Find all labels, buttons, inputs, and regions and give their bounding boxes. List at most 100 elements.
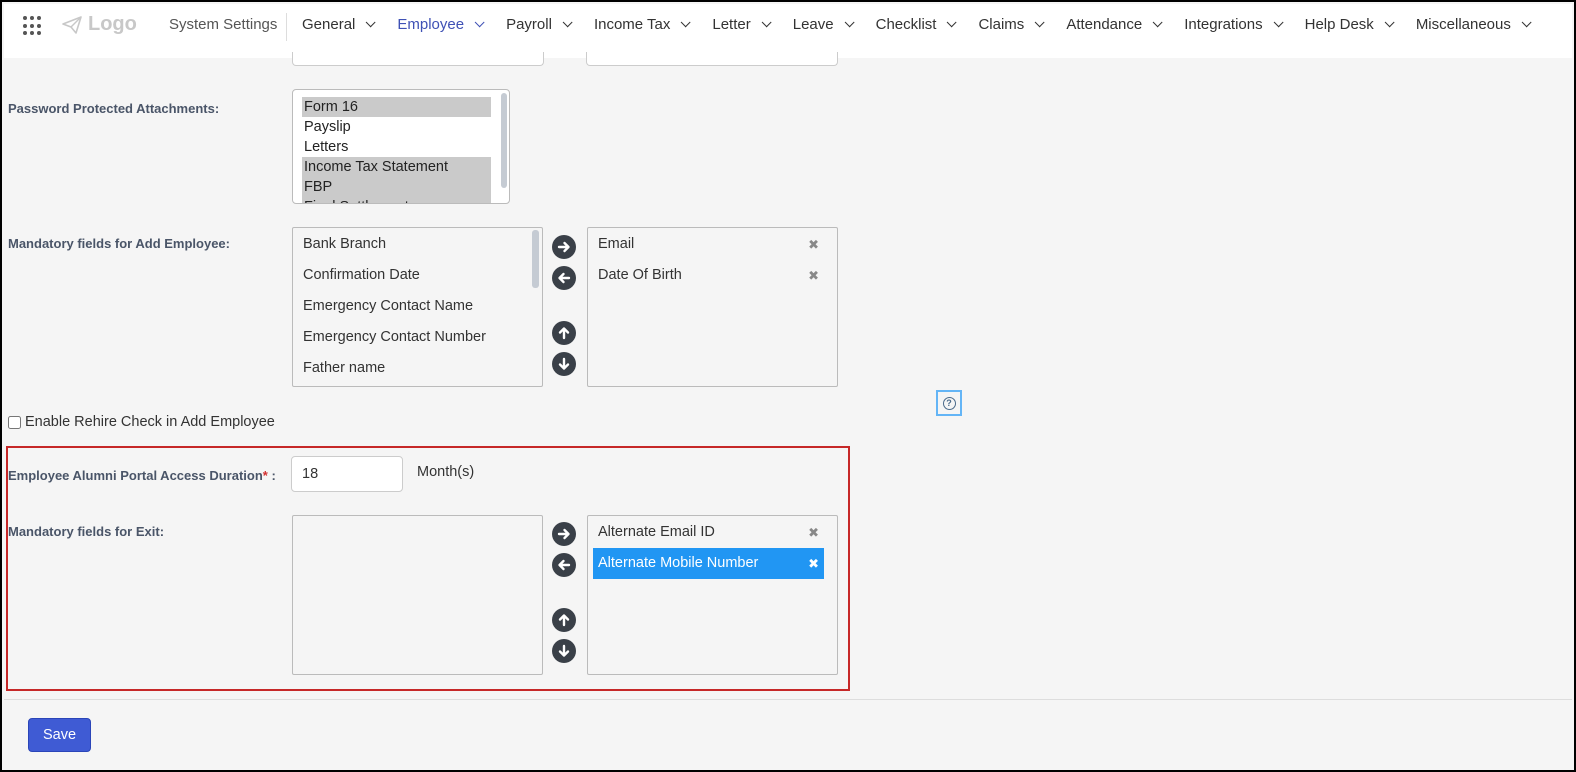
exit-move-left-button[interactable] bbox=[552, 553, 576, 577]
rehire-check-label: Enable Rehire Check in Add Employee bbox=[25, 414, 275, 430]
app-launcher-icon[interactable] bbox=[23, 16, 43, 36]
list-item[interactable]: Date Of Birth ✖ bbox=[588, 260, 837, 291]
select-option[interactable]: Letters bbox=[302, 137, 491, 157]
move-left-button[interactable] bbox=[552, 266, 576, 290]
nav-item-label: General bbox=[302, 16, 356, 33]
nav-item-label: Help Desk bbox=[1304, 16, 1374, 33]
main-nav: General Employee Payroll Income Tax Letter Le… bbox=[302, 16, 1553, 33]
list-item-label: Date Of Birth bbox=[598, 267, 682, 283]
arrow-left-icon bbox=[558, 559, 571, 571]
system-settings-title: System Settings bbox=[169, 16, 278, 33]
nav-item-label: Leave bbox=[792, 16, 834, 33]
chevron-down-icon bbox=[1521, 17, 1532, 28]
list-item[interactable]: Alternate Email ID ✖ bbox=[588, 517, 837, 548]
list-item-label: Alternate Email ID bbox=[598, 524, 715, 540]
app-frame: Logo System Settings General Employee Payr… bbox=[0, 0, 1576, 772]
add-employee-available-list[interactable]: Bank Branch Confirmation Date Emergency Co… bbox=[292, 227, 543, 387]
remove-icon[interactable]: ✖ bbox=[808, 260, 819, 291]
exit-available-list[interactable] bbox=[292, 515, 543, 675]
select-option[interactable]: FBP bbox=[302, 177, 491, 197]
list-item[interactable]: Alternate Mobile Number ✖ bbox=[593, 548, 824, 579]
nav-item-help-desk[interactable]: Help Desk bbox=[1304, 16, 1395, 33]
nav-item-income-tax[interactable]: Income Tax bbox=[593, 16, 691, 33]
alumni-duration-input[interactable] bbox=[291, 456, 403, 492]
alumni-access-label-text: Employee Alumni Portal Access Duration bbox=[8, 468, 263, 483]
password-attachments-label: Password Protected Attachments: bbox=[8, 101, 220, 116]
list-item[interactable]: Emergency Contact Number bbox=[293, 322, 542, 353]
mandatory-add-employee-label: Mandatory fields for Add Employee: bbox=[8, 236, 230, 251]
list-item[interactable]: Confirmation Date bbox=[293, 260, 542, 291]
arrow-right-icon bbox=[557, 241, 570, 253]
exit-move-up-button[interactable] bbox=[552, 608, 576, 632]
duration-unit: Month(s) bbox=[417, 464, 475, 480]
nav-item-attendance[interactable]: Attendance bbox=[1066, 16, 1163, 33]
list-item-label: Confirmation Date bbox=[303, 267, 420, 283]
list-item[interactable]: Emergency Contact Name bbox=[293, 291, 542, 322]
scrollbar[interactable] bbox=[501, 93, 507, 188]
chevron-down-icon bbox=[761, 17, 772, 28]
chevron-down-icon bbox=[947, 17, 958, 28]
chevron-down-icon bbox=[1034, 17, 1045, 28]
password-attachments-select[interactable]: Form 16 Payslip Letters Income Tax Statemen… bbox=[292, 89, 510, 204]
arrow-down-icon bbox=[558, 644, 570, 657]
list-item-label: Emergency Contact Number bbox=[303, 329, 486, 345]
save-button[interactable]: Save bbox=[28, 718, 91, 752]
logo[interactable]: Logo bbox=[62, 13, 137, 36]
select-option[interactable]: Final Settlement bbox=[302, 197, 491, 203]
chevron-down-icon bbox=[474, 17, 485, 28]
nav-divider bbox=[286, 13, 287, 41]
list-item-label: Father name bbox=[303, 360, 386, 376]
nav-item-claims[interactable]: Claims bbox=[978, 16, 1045, 33]
move-right-button[interactable] bbox=[552, 235, 576, 259]
nav-item-label: Integrations bbox=[1184, 16, 1263, 33]
exit-chosen-list[interactable]: Alternate Email ID ✖ Alternate Mobile Numb… bbox=[587, 515, 838, 675]
nav-item-letter[interactable]: Letter bbox=[712, 16, 772, 33]
nav-item-label: Miscellaneous bbox=[1415, 16, 1511, 33]
list-item-label: Alternate Mobile Number bbox=[598, 555, 759, 571]
rehire-checkbox[interactable] bbox=[8, 415, 21, 429]
arrow-up-icon bbox=[558, 614, 570, 627]
help-icon[interactable]: ? bbox=[936, 390, 962, 416]
select-option[interactable]: Payslip bbox=[302, 117, 491, 137]
move-up-button[interactable] bbox=[552, 321, 576, 345]
mandatory-exit-label: Mandatory fields for Exit: bbox=[8, 524, 165, 539]
list-item-label: Email bbox=[598, 236, 635, 252]
paper-plane-icon bbox=[62, 15, 82, 34]
list-item-label: Bank Branch bbox=[303, 236, 387, 252]
arrow-down-icon bbox=[558, 357, 570, 370]
nav-item-employee[interactable]: Employee bbox=[397, 16, 485, 33]
remove-icon[interactable]: ✖ bbox=[808, 548, 819, 579]
remove-icon[interactable]: ✖ bbox=[808, 229, 819, 260]
question-mark-icon: ? bbox=[942, 396, 956, 410]
nav-item-payroll[interactable]: Payroll bbox=[506, 16, 573, 33]
list-item[interactable]: Bank Branch bbox=[293, 229, 542, 260]
exit-move-down-button[interactable] bbox=[552, 639, 576, 663]
nav-item-label: Letter bbox=[712, 16, 751, 33]
nav-item-label: Payroll bbox=[506, 16, 552, 33]
select-option[interactable]: Income Tax Statement bbox=[302, 157, 491, 177]
chevron-down-icon bbox=[681, 17, 691, 28]
remove-icon[interactable]: ✖ bbox=[808, 517, 819, 548]
partial-input-left[interactable] bbox=[292, 52, 544, 66]
move-down-button[interactable] bbox=[552, 352, 576, 376]
nav-item-label: Attendance bbox=[1066, 16, 1143, 33]
nav-item-label: Employee bbox=[397, 16, 465, 33]
nav-item-integrations[interactable]: Integrations bbox=[1184, 16, 1284, 33]
partial-input-right[interactable] bbox=[586, 52, 838, 66]
add-employee-chosen-list[interactable]: Email ✖ Date Of Birth ✖ bbox=[587, 227, 838, 387]
arrow-right-icon bbox=[557, 528, 570, 540]
rehire-check-row[interactable]: Enable Rehire Check in Add Employee bbox=[8, 414, 275, 430]
nav-item-general[interactable]: General bbox=[302, 16, 376, 33]
list-item[interactable]: Email ✖ bbox=[588, 229, 837, 260]
exit-move-right-button[interactable] bbox=[552, 522, 576, 546]
arrow-up-icon bbox=[558, 327, 570, 340]
nav-item-label: Checklist bbox=[875, 16, 937, 33]
chevron-down-icon bbox=[844, 17, 855, 28]
arrow-left-icon bbox=[558, 272, 571, 284]
nav-item-leave[interactable]: Leave bbox=[792, 16, 855, 33]
nav-item-miscellaneous[interactable]: Miscellaneous bbox=[1415, 16, 1532, 33]
nav-item-checklist[interactable]: Checklist bbox=[875, 16, 958, 33]
list-item[interactable]: Father name bbox=[293, 353, 542, 384]
select-option[interactable]: Form 16 bbox=[302, 97, 491, 117]
nav-item-label: Income Tax bbox=[593, 16, 671, 33]
